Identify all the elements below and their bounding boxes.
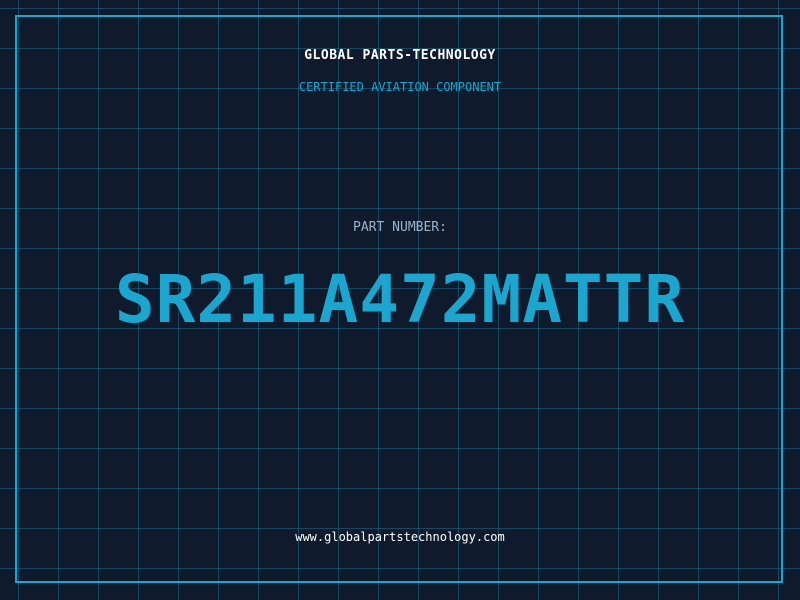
certification-subtitle: CERTIFIED AVIATION COMPONENT [298, 80, 502, 94]
company-name: GLOBAL PARTS-TECHNOLOGY [304, 48, 496, 63]
label-canvas: GLOBAL PARTS-TECHNOLOGY CERTIFIED AVIATI… [0, 0, 800, 600]
website-url: www.globalpartstechnology.com [295, 530, 505, 544]
part-number-value: SR211A472MATTR [114, 261, 686, 338]
part-number-label: PART NUMBER: [353, 220, 447, 235]
